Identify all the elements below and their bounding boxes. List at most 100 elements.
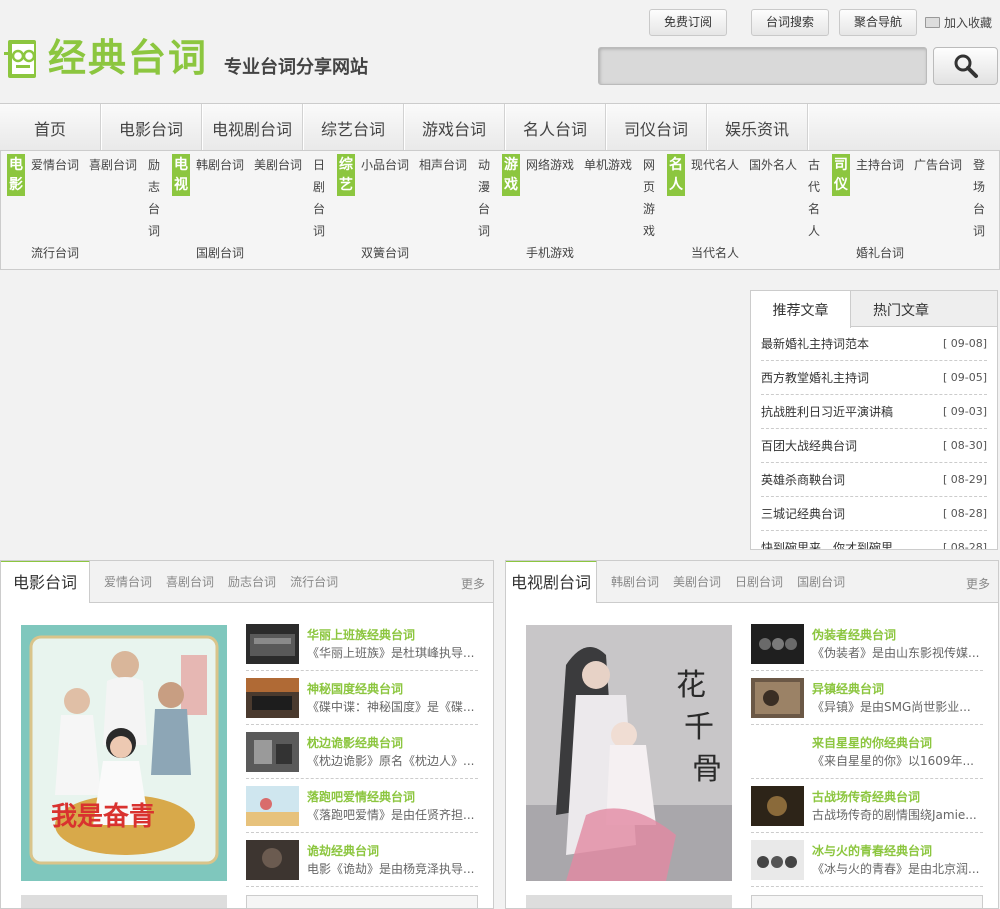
nav-entertainment-news[interactable]: 娱乐资讯	[707, 104, 808, 150]
cat-link[interactable]: 婚礼台词	[856, 242, 904, 264]
article-title[interactable]: 最新婚礼主持词范本	[761, 335, 869, 352]
item-title[interactable]: 异镇经典台词	[812, 680, 983, 698]
thumbnail-image[interactable]	[246, 677, 299, 718]
item-title[interactable]: 枕边诡影经典台词	[307, 734, 478, 752]
list-item[interactable]: 落跑吧爱情经典台词 《落跑吧爱情》是由任贤齐担...	[246, 779, 478, 833]
thumbnail-placeholder[interactable]	[751, 732, 804, 772]
cat-link[interactable]: 流行台词	[31, 242, 79, 264]
list-item[interactable]: 华丽上班族经典台词 《华丽上班族》是杜琪峰执导...	[246, 617, 478, 671]
cat-link[interactable]: 当代名人	[691, 242, 739, 264]
thumbnail-image[interactable]	[751, 785, 804, 826]
cat-badge-tv[interactable]: 电视	[172, 154, 190, 196]
cat-link[interactable]: 网页游戏	[642, 154, 656, 242]
cat-link[interactable]: 广告台词	[914, 154, 962, 176]
aggregate-nav-button[interactable]: 聚合导航	[838, 8, 917, 36]
search-input[interactable]	[598, 47, 927, 85]
add-favorite-link[interactable]: 加入收藏	[924, 14, 992, 31]
movie-sub-tab[interactable]: 励志台词	[228, 573, 276, 590]
subscribe-button[interactable]: 免费订阅	[648, 8, 727, 36]
nav-variety-lines[interactable]: 综艺台词	[303, 104, 404, 150]
thumbnail-image[interactable]	[246, 731, 299, 772]
item-title[interactable]: 古战场传奇经典台词	[812, 788, 983, 806]
article-title[interactable]: 三城记经典台词	[761, 505, 845, 522]
cat-link[interactable]: 双簧台词	[361, 242, 409, 264]
nav-movie-lines[interactable]: 电影台词	[101, 104, 202, 150]
tab-recommended[interactable]: 推荐文章	[751, 291, 851, 328]
cat-link[interactable]: 日剧台词	[312, 154, 326, 242]
movie-poster-image[interactable]: 我是奋青	[21, 625, 227, 881]
list-item[interactable]: 枕边诡影经典台词 《枕边诡影》原名《枕边人》...	[246, 725, 478, 779]
cat-link[interactable]: 主持台词	[856, 154, 904, 176]
article-title[interactable]: 抗战胜利日习近平演讲稿	[761, 403, 893, 420]
article-row[interactable]: 西方教堂婚礼主持词 [ 09-05]	[761, 361, 987, 395]
cat-link[interactable]: 古代名人	[807, 154, 821, 242]
tv-sub-tab[interactable]: 国剧台词	[797, 573, 845, 590]
nav-game-lines[interactable]: 游戏台词	[404, 104, 505, 150]
movie-sub-tab[interactable]: 爱情台词	[104, 573, 152, 590]
movie-more-link[interactable]: 更多	[461, 575, 485, 592]
tv-sub-tab[interactable]: 美剧台词	[673, 573, 721, 590]
cat-link[interactable]: 小品台词	[361, 154, 409, 176]
nav-tv-lines[interactable]: 电视剧台词	[202, 104, 303, 150]
thumbnail-image[interactable]	[246, 623, 299, 664]
site-logo[interactable]: 经典台词	[48, 34, 208, 82]
thumbnail-image[interactable]	[751, 839, 804, 880]
movie-sub-tab[interactable]: 流行台词	[290, 573, 338, 590]
tv-sub-tab[interactable]: 韩剧台词	[611, 573, 659, 590]
cat-link[interactable]: 网络游戏	[526, 154, 574, 176]
cat-link[interactable]: 国剧台词	[196, 242, 244, 264]
cat-badge-celebrity[interactable]: 名人	[667, 154, 685, 196]
nav-home[interactable]: 首页	[0, 104, 101, 150]
cat-link[interactable]: 美剧台词	[254, 154, 302, 176]
movie-sub-tab[interactable]: 喜剧台词	[166, 573, 214, 590]
tab-popular[interactable]: 热门文章	[851, 291, 951, 327]
tv-more-link[interactable]: 更多	[966, 575, 990, 592]
item-title[interactable]: 华丽上班族经典台词	[307, 626, 478, 644]
item-title[interactable]: 落跑吧爱情经典台词	[307, 788, 478, 806]
list-item[interactable]: 诡劫经典台词 电影《诡劫》是由杨竞泽执导...	[246, 833, 478, 887]
nav-celebrity-lines[interactable]: 名人台词	[505, 104, 606, 150]
item-title[interactable]: 诡劫经典台词	[307, 842, 478, 860]
cat-link[interactable]: 韩剧台词	[196, 154, 244, 176]
item-title[interactable]: 冰与火的青春经典台词	[812, 842, 983, 860]
list-item[interactable]: 冰与火的青春经典台词 《冰与火的青春》是由北京润...	[751, 833, 983, 887]
nav-host-lines[interactable]: 司仪台词	[606, 104, 707, 150]
cat-link[interactable]: 单机游戏	[584, 154, 632, 176]
cat-link[interactable]: 国外名人	[749, 154, 797, 176]
cat-link[interactable]: 爱情台词	[31, 154, 79, 176]
search-lines-button[interactable]: 台词搜索	[750, 8, 829, 36]
article-row[interactable]: 英雄杀商鞅台词 [ 08-29]	[761, 463, 987, 497]
thumbnail-image[interactable]	[246, 839, 299, 880]
article-title[interactable]: 百团大战经典台词	[761, 437, 857, 454]
search-button[interactable]	[933, 47, 998, 85]
list-item[interactable]: 异镇经典台词 《异镇》是由SMG尚世影业...	[751, 671, 983, 725]
cat-link[interactable]: 登场台词	[972, 154, 986, 242]
cat-link[interactable]: 手机游戏	[526, 242, 574, 264]
list-item[interactable]: 伪装者经典台词 《伪装者》是由山东影视传媒...	[751, 617, 983, 671]
cat-link[interactable]: 相声台词	[419, 154, 467, 176]
tv-sub-tab[interactable]: 日剧台词	[735, 573, 783, 590]
article-title[interactable]: 英雄杀商鞅台词	[761, 471, 845, 488]
item-title[interactable]: 神秘国度经典台词	[307, 680, 478, 698]
cat-badge-variety[interactable]: 综艺	[337, 154, 355, 196]
cat-link[interactable]: 喜剧台词	[89, 154, 137, 176]
item-title[interactable]: 伪装者经典台词	[812, 626, 983, 644]
thumbnail-image[interactable]	[751, 677, 804, 718]
article-row[interactable]: 三城记经典台词 [ 08-28]	[761, 497, 987, 531]
item-title[interactable]: 来自星星的你经典台词	[812, 734, 983, 752]
cat-link[interactable]: 现代名人	[691, 154, 739, 176]
cat-badge-host[interactable]: 司仪	[832, 154, 850, 196]
list-item[interactable]: 来自星星的你经典台词 《来自星星的你》以1609年...	[751, 725, 983, 779]
cat-badge-game[interactable]: 游戏	[502, 154, 520, 196]
list-item[interactable]: 古战场传奇经典台词 古战场传奇的剧情围绕Jamie...	[751, 779, 983, 833]
article-row[interactable]: 抗战胜利日习近平演讲稿 [ 09-03]	[761, 395, 987, 429]
tv-poster-image[interactable]: 花 千 骨	[526, 625, 732, 881]
tv-box-title[interactable]: 电视剧台词	[506, 561, 598, 603]
thumbnail-image[interactable]	[246, 785, 299, 826]
article-title[interactable]: 西方教堂婚礼主持词	[761, 369, 869, 386]
article-row[interactable]: 最新婚礼主持词范本 [ 09-08]	[761, 327, 987, 361]
cat-link[interactable]: 励志台词	[147, 154, 161, 242]
article-title[interactable]: 快到碗里来，你才到碗里	[761, 539, 893, 549]
article-row[interactable]: 百团大战经典台词 [ 08-30]	[761, 429, 987, 463]
cat-link[interactable]: 动漫台词	[477, 154, 491, 242]
